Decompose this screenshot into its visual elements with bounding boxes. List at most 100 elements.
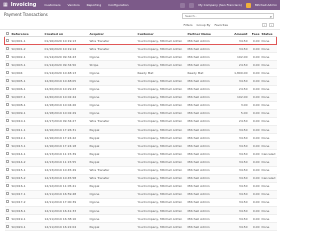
cell-status: Done <box>260 76 277 86</box>
table-row[interactable]: SO/011-1 12/16/2019 17:26:31 Paypal YourCom… <box>4 125 277 135</box>
table-row[interactable]: SO/017-1 12/11/2019 16:59:48 Ogone YourComp… <box>4 190 277 199</box>
table-row[interactable]: SO/005-1 12/20/2019 10:48:05 Ogone YourComp… <box>4 76 277 86</box>
table-row[interactable]: SO/017-2 12/11/2019 17:00:39 Ogone YourComp… <box>4 198 277 207</box>
table-row[interactable]: SO/013-1 12/16/2019 17:24:18 Paypal YourCom… <box>4 141 277 151</box>
menu-item-configuration[interactable]: Configuration <box>108 3 128 7</box>
cell-created-on: 12/16/2019 17:24:18 <box>43 141 89 151</box>
table-row[interactable]: SO/009-1 12/18/2019 10:02:29 Ogone YourComp… <box>4 109 277 118</box>
cell-created-on: 12/20/2019 10:48:05 <box>43 76 89 86</box>
search-icon[interactable]: ⌕ <box>270 14 272 19</box>
cell-partner-name: Mitchell Admin <box>186 93 225 102</box>
cell-amount: 34.50 <box>224 166 249 175</box>
cell-customer: YourCompany, Mitchell Admin <box>136 214 187 224</box>
apps-grid-icon[interactable]: ▦ <box>3 2 8 8</box>
menu-item-vendors[interactable]: Vendors <box>68 3 80 7</box>
cell-status: Done <box>260 93 277 102</box>
table-row[interactable]: SO/014-1 12/13/2019 11:15:39 Paypal YourCom… <box>4 149 277 159</box>
cell-customer: YourCompany, Mitchell Admin <box>136 52 187 62</box>
cell-acquirer: Wire Transfer <box>88 44 137 54</box>
cell-created-on: 12/18/2019 10:02:29 <box>43 109 89 118</box>
group-by-button[interactable]: Group By <box>197 23 211 27</box>
table-row[interactable]: SO/001-1 01/16/2020 10:19:13 Wire Transfer… <box>4 35 277 46</box>
cell-partner-name: Mitchell Admin <box>186 182 225 191</box>
cell-amount: 34.50 <box>224 141 249 151</box>
main-menu: Customers Vendors Reporting Configuratio… <box>44 3 128 7</box>
cell-partner-name: Mitchell Admin <box>186 133 225 143</box>
user-menu[interactable]: Mitchell Admin <box>255 3 277 7</box>
table-row[interactable]: SO/008-1 12/18/2019 10:04:26 Ogone YourComp… <box>4 101 277 110</box>
cell-amount: 102.00 <box>224 52 249 62</box>
cell-customer: YourCompany, Mitchell Admin <box>136 60 187 70</box>
cell-amount: 34.50 <box>224 214 249 224</box>
filters-button[interactable]: Filters <box>184 23 193 27</box>
table-row[interactable]: SO/015-1 12/13/2019 10:45:49 Wire Transfer… <box>4 166 277 175</box>
pager-next-button[interactable]: › <box>269 23 274 27</box>
cell-fees: 0.00 <box>248 76 261 86</box>
cell-fees: 0.00 <box>248 190 261 199</box>
cell-amount: 34.50 <box>224 174 249 183</box>
table-row[interactable]: SO/003-1 01/14/2020 09:34:50 Stripe YourCom… <box>4 60 277 70</box>
cell-partner-name: Mitchell Admin <box>186 141 225 151</box>
cell-amount: 34.50 <box>224 44 249 54</box>
cell-amount: 34.50 <box>224 133 249 143</box>
cell-reference: SO/012-1 <box>10 133 44 143</box>
favorites-button[interactable]: Favorites <box>214 23 228 27</box>
cell-status: Done <box>260 198 277 207</box>
table-row[interactable]: SO/002-1 01/14/2020 09:34:43 Ogone YourComp… <box>4 52 277 62</box>
search-options: Filters Group By Favorites <box>184 23 228 27</box>
menu-item-customers[interactable]: Customers <box>44 3 60 7</box>
cell-status: Done <box>260 117 277 127</box>
cell-fees: 0.00 <box>248 198 261 207</box>
cell-customer: YourCompany, Mitchell Admin <box>136 93 187 102</box>
cell-customer: YourCompany, Mitchell Admin <box>136 133 187 143</box>
cell-amount: 34.50 <box>224 190 249 199</box>
table-row[interactable]: SO/001-2 01/16/2020 10:19:14 Wire Transfer… <box>4 44 277 54</box>
cell-fees: 0.00 <box>248 182 261 191</box>
cell-created-on: 12/11/2019 17:00:39 <box>43 198 89 207</box>
pager-previous-button[interactable]: ‹ <box>262 23 267 27</box>
table-row[interactable]: SO/014-2 12/13/2019 11:15:55 Paypal YourCom… <box>4 157 277 167</box>
table-row[interactable]: SO/016-1 12/12/2019 11:05:41 Paypal YourCom… <box>4 182 277 191</box>
cell-acquirer: Paypal <box>88 149 137 159</box>
table-row[interactable]: SO/010-1 12/17/2019 09:34:27 Wire Transfer… <box>4 117 277 127</box>
table-row[interactable]: SO/020-1 12/11/2019 16:22:04 Paypal YourCom… <box>4 222 277 232</box>
cell-created-on: 12/11/2019 16:38:16 <box>43 214 89 224</box>
cell-amount: 1,800.00 <box>224 68 249 78</box>
cell-customer: YourCompany, Mitchell Admin <box>136 190 187 199</box>
table-row[interactable]: SO/007-1 12/20/2019 10:02:44 Ogone YourComp… <box>4 93 277 102</box>
table-row[interactable]: SO/006-1 12/20/2019 10:29:43 Ogone YourComp… <box>4 85 277 94</box>
cell-fees: 0.00 <box>248 149 261 159</box>
payment-transactions-table: Reference Created on Acquirer Customer P… <box>4 31 277 232</box>
cell-acquirer: Stripe <box>88 60 137 70</box>
activity-icon[interactable] <box>189 2 195 8</box>
table-row[interactable]: SO/004 01/14/2020 10:48:13 Ogone Ready Mat R… <box>4 68 277 78</box>
cell-created-on: 12/12/2019 11:05:41 <box>43 182 89 191</box>
cell-reference: SO/005-1 <box>10 76 44 86</box>
menu-item-reporting[interactable]: Reporting <box>87 3 102 7</box>
cell-partner-name: Mitchell Admin <box>186 85 225 94</box>
table-row[interactable]: SO/015-2 12/13/2019 10:45:58 Wire Transfer… <box>4 174 277 183</box>
cell-customer: YourCompany, Mitchell Admin <box>136 166 187 175</box>
cell-customer: Ready Mat <box>136 68 187 78</box>
cell-fees: 0.00 <box>248 141 261 151</box>
table-row[interactable]: SO/018-1 12/11/2019 16:41:33 Ogone YourComp… <box>4 206 277 216</box>
cell-status: Done <box>260 141 277 151</box>
table-row[interactable]: SO/012-1 12/16/2019 17:24:42 Paypal YourCom… <box>4 133 277 143</box>
table-row[interactable]: SO/019-1 12/11/2019 16:38:16 Ogone YourComp… <box>4 214 277 224</box>
cell-reference: SO/013-1 <box>10 141 44 151</box>
cell-acquirer: Wire Transfer <box>88 174 137 183</box>
cell-fees: 0.00 <box>248 52 261 62</box>
chat-icon[interactable] <box>180 2 186 8</box>
app-title[interactable]: Invoicing <box>11 2 37 8</box>
cell-fees: 0.00 <box>248 166 261 175</box>
search-input[interactable] <box>185 14 265 18</box>
avatar[interactable] <box>245 2 251 8</box>
cell-partner-name: Mitchell Admin <box>186 117 225 127</box>
cell-partner-name: Mitchell Admin <box>186 174 225 183</box>
cell-partner-name: Mitchell Admin <box>186 157 225 167</box>
cell-reference: SO/010-1 <box>10 117 44 127</box>
cell-fees: 0.00 <box>248 206 261 216</box>
company-switcher[interactable]: My Company (San Francisco) <box>198 3 242 7</box>
cell-partner-name: Mitchell Admin <box>186 149 225 159</box>
search-box: ⌕ <box>182 13 274 19</box>
